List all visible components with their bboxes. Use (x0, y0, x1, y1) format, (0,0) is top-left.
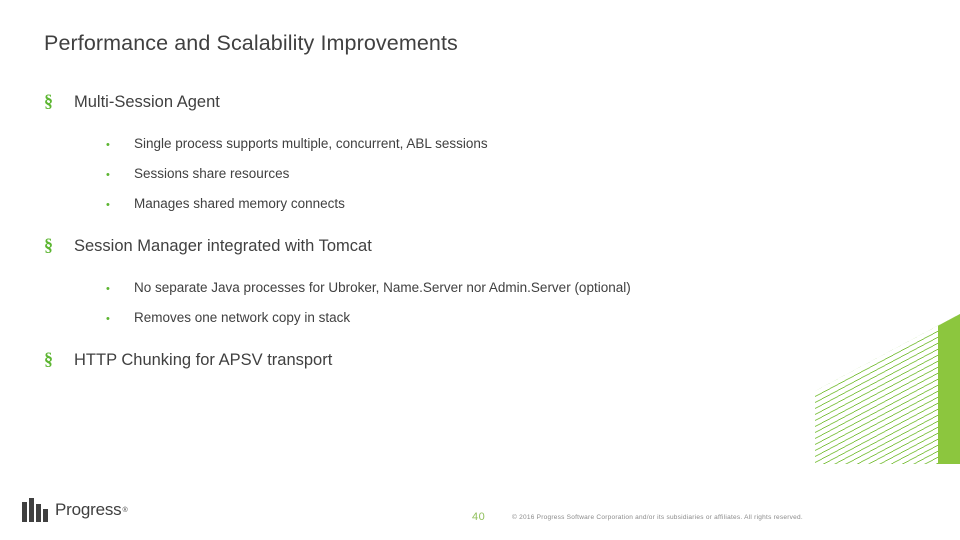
list-item-label: Session Manager integrated with Tomcat (74, 237, 372, 255)
sub-bullet-icon: • (106, 313, 110, 325)
list-item-label: Sessions share resources (134, 166, 290, 181)
sub-bullet-icon: • (106, 199, 110, 211)
list-item: • Sessions share resources (44, 166, 904, 196)
list-item-label: Manages shared memory connects (134, 196, 345, 211)
sub-bullet-icon: • (106, 283, 110, 295)
list-item: • Removes one network copy in stack (44, 310, 904, 340)
list-item-label: Removes one network copy in stack (134, 310, 351, 325)
slide: Performance and Scalability Improvements… (0, 0, 960, 540)
section-bullet-icon: § (44, 349, 53, 369)
progress-logo-icon (22, 498, 48, 522)
list-item-label: HTTP Chunking for APSV transport (74, 351, 333, 369)
list-item: § Session Manager integrated with Tomcat (44, 236, 904, 266)
sub-bullet-icon: • (106, 169, 110, 181)
sub-bullet-icon: • (106, 139, 110, 151)
list-item: • No separate Java processes for Ubroker… (44, 280, 904, 310)
progress-logo: Progress ® (22, 497, 128, 523)
list-item-label: No separate Java processes for Ubroker, … (134, 280, 631, 295)
section-bullet-icon: § (44, 235, 53, 255)
list-item: § HTTP Chunking for APSV transport (44, 350, 904, 380)
list-item-label: Multi-Session Agent (74, 93, 220, 111)
list-item: • Single process supports multiple, conc… (44, 136, 904, 166)
bullet-list: § Multi-Session Agent • Single process s… (44, 92, 904, 380)
list-item: • Manages shared memory connects (44, 196, 904, 226)
registered-trademark-icon: ® (122, 506, 128, 514)
page-title: Performance and Scalability Improvements (44, 31, 458, 55)
copyright-notice: © 2016 Progress Software Corporation and… (512, 514, 803, 521)
page-number: 40 (472, 511, 486, 523)
list-item-label: Single process supports multiple, concur… (134, 136, 488, 151)
progress-logo-text: Progress (55, 500, 122, 519)
section-bullet-icon: § (44, 91, 53, 111)
list-item: § Multi-Session Agent (44, 92, 904, 122)
hatch-solid-edge (938, 314, 960, 464)
